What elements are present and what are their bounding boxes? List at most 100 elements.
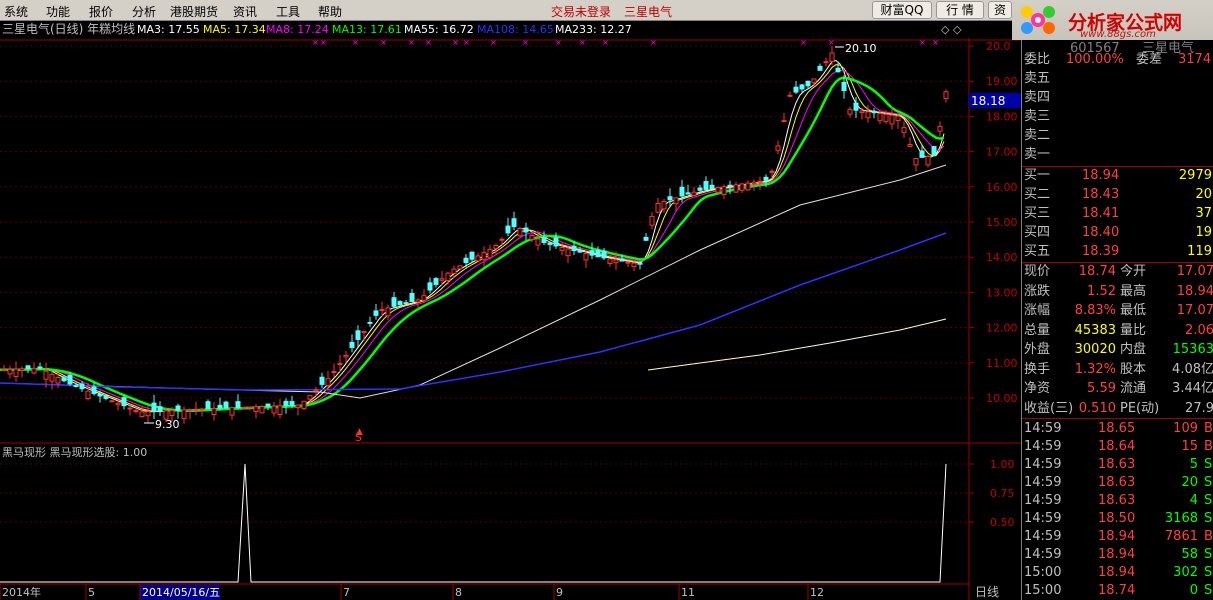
stat-label-2: 最高 bbox=[1120, 283, 1147, 299]
period-label[interactable]: 日线 bbox=[975, 585, 999, 599]
indicator-line bbox=[0, 463, 947, 583]
date-label: 7 bbox=[343, 586, 350, 599]
date-label: 2014年 bbox=[2, 585, 41, 599]
svg-text:×: × bbox=[522, 38, 529, 47]
tick-volume: 5 bbox=[1189, 457, 1198, 472]
bid-volume: 37 bbox=[1195, 206, 1212, 221]
ask-row: 卖三 bbox=[1022, 108, 1213, 126]
tick-time: 14:59 bbox=[1024, 475, 1062, 490]
tick-time: 15:00 bbox=[1024, 583, 1062, 598]
tick-side: S bbox=[1204, 493, 1213, 508]
bid-price: 18.40 bbox=[1082, 225, 1120, 240]
chart-area[interactable]: 三星电气(日线) 年糕均线 MA3: 17.55 MA5: 17.34 MA8:… bbox=[0, 0, 1021, 600]
bid-volume: 2979 bbox=[1178, 168, 1212, 183]
bid-price: 18.43 bbox=[1082, 187, 1120, 202]
stat-row: 收益(三) 0.510 PE(动) 27.9 bbox=[1022, 400, 1213, 418]
stat-value: 8.83% bbox=[1074, 303, 1116, 318]
price-tick-label: 17.00 bbox=[986, 146, 1018, 159]
stat-value: 1.52 bbox=[1087, 283, 1116, 299]
svg-text:×: × bbox=[932, 38, 939, 47]
tick-side: S bbox=[1204, 547, 1213, 562]
tick-volume: 58 bbox=[1181, 547, 1198, 562]
ask-row: 卖一 bbox=[1022, 146, 1213, 164]
bid-row: 买二 18.43 20 bbox=[1022, 186, 1213, 204]
bid-label: 买一 bbox=[1024, 168, 1051, 183]
chart-corner-icons[interactable]: ◇ ◇ bbox=[941, 23, 962, 36]
svg-text:×: × bbox=[312, 38, 319, 47]
price-tick-label: 14.00 bbox=[986, 251, 1018, 264]
ask-label: 卖一 bbox=[1024, 147, 1051, 162]
stat-value-2: 17.07 bbox=[1176, 303, 1213, 318]
tick-price: 18.74 bbox=[1098, 583, 1136, 598]
stat-label: 换手 bbox=[1024, 361, 1051, 377]
tick-side: S bbox=[1204, 583, 1213, 598]
stat-value-2: 15363 bbox=[1172, 342, 1213, 357]
tick-time: 15:00 bbox=[1024, 565, 1062, 580]
tick-row: 14:59 18.63 5 S bbox=[1022, 456, 1213, 474]
stat-label-2: PE(动) bbox=[1120, 400, 1160, 416]
quote-panel: 601567 三星电气 委比 100.00% 委差 3174 卖五 卖四 卖三 卖二卖… bbox=[1021, 40, 1213, 600]
svg-text:×: × bbox=[463, 38, 470, 47]
price-tick-label: 11.00 bbox=[986, 357, 1018, 370]
bid-volume: 19 bbox=[1195, 225, 1212, 240]
price-tick-label: 19.00 bbox=[986, 75, 1018, 88]
date-axis: 2014年 5 2014/05/16/五 7 8 9 11 12 bbox=[0, 584, 824, 600]
tick-side: B bbox=[1204, 439, 1213, 454]
stat-value-2: 4.08亿 bbox=[1172, 361, 1213, 377]
svg-text:×: × bbox=[650, 38, 657, 47]
tick-price: 18.63 bbox=[1098, 457, 1136, 472]
watermark-logo: 分析家公式网 www.88gs.com bbox=[1012, 0, 1213, 40]
tick-volume: 109 bbox=[1173, 421, 1198, 436]
ma108-label: MA108: 14.65 bbox=[477, 23, 554, 36]
bid-label: 买三 bbox=[1024, 206, 1051, 221]
bid-row: 买一 18.94 2979 bbox=[1022, 167, 1213, 185]
ma3-label: MA3: 17.55 bbox=[137, 23, 200, 36]
tick-row: 15:00 18.94 302 S bbox=[1022, 564, 1213, 582]
main-chart-title-row: 三星电气(日线) 年糕均线 MA3: 17.55 MA5: 17.34 MA8:… bbox=[2, 21, 962, 36]
bid-price: 18.41 bbox=[1082, 206, 1120, 221]
svg-text:×: × bbox=[452, 38, 459, 47]
tick-volume: 3168 bbox=[1164, 511, 1198, 526]
tick-price: 18.50 bbox=[1098, 511, 1136, 526]
price-tick-label: 15.00 bbox=[986, 216, 1018, 229]
indicator-tick-label: 0.50 bbox=[990, 516, 1015, 529]
stat-value-2: 18.94 bbox=[1176, 283, 1213, 299]
stat-label-2: 最低 bbox=[1120, 303, 1147, 318]
svg-text:×: × bbox=[555, 38, 562, 47]
tick-row: 14:59 18.94 58 S bbox=[1022, 546, 1213, 564]
stat-row: 净资 5.59 流通 3.44亿 bbox=[1022, 380, 1213, 398]
stat-value: 18.74 bbox=[1078, 264, 1116, 279]
stat-row: 涨幅 8.83% 最低 17.07 bbox=[1022, 302, 1213, 320]
svg-text:×: × bbox=[828, 38, 835, 47]
stat-row: 外盘 30020 内盘 15363 bbox=[1022, 341, 1213, 359]
ask-label: 卖四 bbox=[1024, 90, 1051, 105]
ma55-label: MA55: 16.72 bbox=[404, 23, 474, 36]
tick-row: 14:59 18.64 15 B bbox=[1022, 438, 1213, 456]
svg-text:×: × bbox=[320, 38, 327, 47]
bid-price: 18.94 bbox=[1082, 168, 1120, 183]
watermark-url: www.88gs.com bbox=[1080, 29, 1156, 40]
svg-text:×: × bbox=[490, 38, 497, 47]
stat-row: 换手 1.32% 股本 4.08亿 bbox=[1022, 361, 1213, 379]
svg-text:▲: ▲ bbox=[356, 427, 363, 437]
ma8-label: MA8: 17.24 bbox=[266, 23, 329, 36]
order-ratio-row: 委比 100.00% 委差 3174 bbox=[1022, 51, 1213, 69]
date-label: 5 bbox=[88, 586, 95, 599]
stat-row: 总量 45383 量比 2.06 bbox=[1022, 322, 1213, 340]
bid-price: 18.39 bbox=[1082, 244, 1120, 259]
tick-price: 18.63 bbox=[1098, 493, 1136, 508]
tick-volume: 4 bbox=[1189, 493, 1198, 508]
ma233-label: MA233: 12.27 bbox=[555, 23, 632, 36]
tick-volume: 0 bbox=[1189, 583, 1198, 598]
bid-label: 买五 bbox=[1024, 244, 1051, 259]
date-label: 11 bbox=[681, 586, 695, 599]
ratio-diff-value: 3174 bbox=[1178, 52, 1212, 67]
tick-volume: 20 bbox=[1181, 475, 1198, 490]
indicator-axis: 1.00 0.75 0.50 bbox=[0, 458, 1015, 529]
stat-row: 涨跌 1.52 最高 18.94 bbox=[1022, 283, 1213, 301]
stat-value: 45383 bbox=[1074, 322, 1116, 338]
ma5-label: MA5: 17.34 bbox=[203, 23, 266, 36]
tick-row: 14:59 18.63 4 S bbox=[1022, 492, 1213, 510]
low-price-label: 9.30 bbox=[155, 418, 180, 431]
stat-label: 总量 bbox=[1024, 322, 1051, 338]
